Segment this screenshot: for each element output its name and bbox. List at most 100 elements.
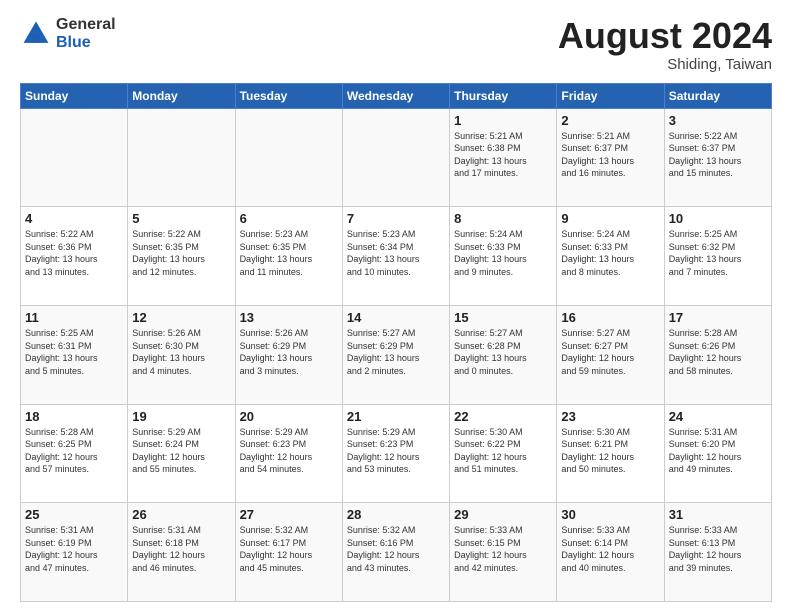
calendar-cell: 12 Sunrise: 5:26 AM Sunset: 6:30 PM Dayli… — [128, 305, 235, 404]
day-number: 30 — [561, 507, 659, 522]
day-info: Sunrise: 5:30 AM Sunset: 6:22 PM Dayligh… — [454, 426, 552, 476]
day-number: 17 — [669, 310, 767, 325]
week-row-4: 18Sunrise: 5:28 AM Sunset: 6:25 PM Dayli… — [21, 404, 772, 503]
calendar-cell: 19 Sunrise: 5:29 AM Sunset: 6:24 PM Dayli… — [128, 404, 235, 503]
header: General Blue August 2024 Shiding, Taiwan — [20, 16, 772, 73]
week-row-2: 4 Sunrise: 5:22 AM Sunset: 6:36 PM Daylig… — [21, 207, 772, 306]
day-number: 2 — [561, 113, 659, 128]
day-info: Sunrise: 5:27 AM Sunset: 6:27 PM Dayligh… — [561, 327, 659, 377]
calendar-cell: 18Sunrise: 5:28 AM Sunset: 6:25 PM Dayli… — [21, 404, 128, 503]
calendar-cell: 26 Sunrise: 5:31 AM Sunset: 6:18 PM Dayli… — [128, 503, 235, 602]
calendar-cell: 20Sunrise: 5:29 AM Sunset: 6:23 PM Dayli… — [235, 404, 342, 503]
day-info: Sunrise: 5:27 AM Sunset: 6:28 PM Dayligh… — [454, 327, 552, 377]
title-block: August 2024 Shiding, Taiwan — [558, 16, 772, 73]
day-number: 31 — [669, 507, 767, 522]
day-info: Sunrise: 5:29 AM Sunset: 6:24 PM Dayligh… — [132, 426, 230, 476]
calendar-cell: 2 Sunrise: 5:21 AM Sunset: 6:37 PM Daylig… — [557, 108, 664, 207]
day-info: Sunrise: 5:21 AM Sunset: 6:38 PM Dayligh… — [454, 130, 552, 180]
day-info: Sunrise: 5:26 AM Sunset: 6:30 PM Dayligh… — [132, 327, 230, 377]
day-number: 5 — [132, 211, 230, 226]
weekday-header-friday: Friday — [557, 83, 664, 108]
day-number: 7 — [347, 211, 445, 226]
day-info: Sunrise: 5:32 AM Sunset: 6:16 PM Dayligh… — [347, 524, 445, 574]
day-number: 24 — [669, 409, 767, 424]
calendar-cell — [128, 108, 235, 207]
day-number: 20 — [240, 409, 338, 424]
day-number: 14 — [347, 310, 445, 325]
day-info: Sunrise: 5:25 AM Sunset: 6:31 PM Dayligh… — [25, 327, 123, 377]
day-info: Sunrise: 5:29 AM Sunset: 6:23 PM Dayligh… — [347, 426, 445, 476]
calendar-cell: 11 Sunrise: 5:25 AM Sunset: 6:31 PM Dayli… — [21, 305, 128, 404]
calendar-cell: 29 Sunrise: 5:33 AM Sunset: 6:15 PM Dayli… — [450, 503, 557, 602]
calendar-cell: 24Sunrise: 5:31 AM Sunset: 6:20 PM Dayli… — [664, 404, 771, 503]
calendar-cell: 10Sunrise: 5:25 AM Sunset: 6:32 PM Dayli… — [664, 207, 771, 306]
calendar-cell: 9Sunrise: 5:24 AM Sunset: 6:33 PM Daylig… — [557, 207, 664, 306]
day-number: 16 — [561, 310, 659, 325]
logo-icon — [20, 18, 52, 50]
day-number: 22 — [454, 409, 552, 424]
day-info: Sunrise: 5:22 AM Sunset: 6:37 PM Dayligh… — [669, 130, 767, 180]
day-info: Sunrise: 5:33 AM Sunset: 6:15 PM Dayligh… — [454, 524, 552, 574]
day-number: 23 — [561, 409, 659, 424]
calendar-cell: 22 Sunrise: 5:30 AM Sunset: 6:22 PM Dayli… — [450, 404, 557, 503]
day-info: Sunrise: 5:23 AM Sunset: 6:34 PM Dayligh… — [347, 228, 445, 278]
day-info: Sunrise: 5:22 AM Sunset: 6:36 PM Dayligh… — [25, 228, 123, 278]
calendar-header: SundayMondayTuesdayWednesdayThursdayFrid… — [21, 83, 772, 108]
calendar-cell: 15 Sunrise: 5:27 AM Sunset: 6:28 PM Dayli… — [450, 305, 557, 404]
calendar-table: SundayMondayTuesdayWednesdayThursdayFrid… — [20, 83, 772, 602]
day-number: 11 — [25, 310, 123, 325]
calendar-cell: 13Sunrise: 5:26 AM Sunset: 6:29 PM Dayli… — [235, 305, 342, 404]
logo-blue: Blue — [56, 34, 116, 52]
calendar-cell — [342, 108, 449, 207]
day-info: Sunrise: 5:21 AM Sunset: 6:37 PM Dayligh… — [561, 130, 659, 180]
calendar-cell: 30 Sunrise: 5:33 AM Sunset: 6:14 PM Dayli… — [557, 503, 664, 602]
calendar-cell: 21 Sunrise: 5:29 AM Sunset: 6:23 PM Dayli… — [342, 404, 449, 503]
day-info: Sunrise: 5:31 AM Sunset: 6:18 PM Dayligh… — [132, 524, 230, 574]
weekday-header-thursday: Thursday — [450, 83, 557, 108]
day-number: 15 — [454, 310, 552, 325]
day-info: Sunrise: 5:22 AM Sunset: 6:35 PM Dayligh… — [132, 228, 230, 278]
day-info: Sunrise: 5:33 AM Sunset: 6:14 PM Dayligh… — [561, 524, 659, 574]
day-number: 25 — [25, 507, 123, 522]
logo-general: General — [56, 16, 116, 34]
calendar-cell: 3 Sunrise: 5:22 AM Sunset: 6:37 PM Daylig… — [664, 108, 771, 207]
calendar-cell — [21, 108, 128, 207]
day-number: 21 — [347, 409, 445, 424]
weekday-header-monday: Monday — [128, 83, 235, 108]
day-number: 6 — [240, 211, 338, 226]
day-info: Sunrise: 5:32 AM Sunset: 6:17 PM Dayligh… — [240, 524, 338, 574]
calendar-cell: 27Sunrise: 5:32 AM Sunset: 6:17 PM Dayli… — [235, 503, 342, 602]
calendar-cell: 4 Sunrise: 5:22 AM Sunset: 6:36 PM Daylig… — [21, 207, 128, 306]
calendar-cell: 1 Sunrise: 5:21 AM Sunset: 6:38 PM Daylig… — [450, 108, 557, 207]
calendar-cell: 8Sunrise: 5:24 AM Sunset: 6:33 PM Daylig… — [450, 207, 557, 306]
day-info: Sunrise: 5:28 AM Sunset: 6:25 PM Dayligh… — [25, 426, 123, 476]
logo-text: General Blue — [56, 16, 116, 51]
weekday-header-tuesday: Tuesday — [235, 83, 342, 108]
day-info: Sunrise: 5:24 AM Sunset: 6:33 PM Dayligh… — [454, 228, 552, 278]
location-subtitle: Shiding, Taiwan — [558, 56, 772, 73]
week-row-3: 11 Sunrise: 5:25 AM Sunset: 6:31 PM Dayli… — [21, 305, 772, 404]
day-number: 1 — [454, 113, 552, 128]
day-number: 29 — [454, 507, 552, 522]
day-number: 3 — [669, 113, 767, 128]
day-info: Sunrise: 5:30 AM Sunset: 6:21 PM Dayligh… — [561, 426, 659, 476]
week-row-5: 25 Sunrise: 5:31 AM Sunset: 6:19 PM Dayli… — [21, 503, 772, 602]
calendar-cell: 31Sunrise: 5:33 AM Sunset: 6:13 PM Dayli… — [664, 503, 771, 602]
day-number: 4 — [25, 211, 123, 226]
calendar-cell — [235, 108, 342, 207]
calendar-cell: 23 Sunrise: 5:30 AM Sunset: 6:21 PM Dayli… — [557, 404, 664, 503]
day-number: 12 — [132, 310, 230, 325]
logo: General Blue — [20, 16, 116, 51]
page: General Blue August 2024 Shiding, Taiwan… — [0, 0, 792, 612]
day-number: 19 — [132, 409, 230, 424]
day-info: Sunrise: 5:28 AM Sunset: 6:26 PM Dayligh… — [669, 327, 767, 377]
calendar-cell: 7 Sunrise: 5:23 AM Sunset: 6:34 PM Daylig… — [342, 207, 449, 306]
calendar-cell: 28 Sunrise: 5:32 AM Sunset: 6:16 PM Dayli… — [342, 503, 449, 602]
calendar-cell: 6Sunrise: 5:23 AM Sunset: 6:35 PM Daylig… — [235, 207, 342, 306]
week-row-1: 1 Sunrise: 5:21 AM Sunset: 6:38 PM Daylig… — [21, 108, 772, 207]
day-info: Sunrise: 5:31 AM Sunset: 6:19 PM Dayligh… — [25, 524, 123, 574]
day-number: 26 — [132, 507, 230, 522]
day-number: 28 — [347, 507, 445, 522]
day-info: Sunrise: 5:27 AM Sunset: 6:29 PM Dayligh… — [347, 327, 445, 377]
day-number: 13 — [240, 310, 338, 325]
